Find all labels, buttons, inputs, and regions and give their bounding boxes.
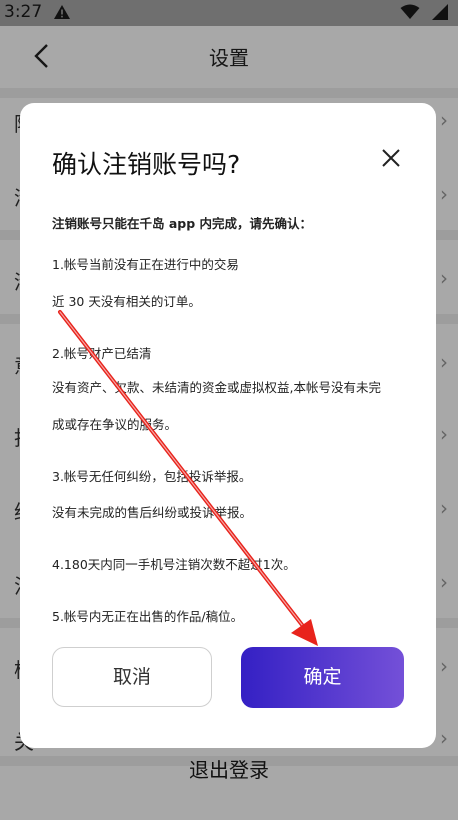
condition-text: 1.帐号当前没有正在进行中的交易 — [52, 257, 239, 272]
condition-text: 5.帐号内无正在出售的作品/稿位。 — [52, 609, 244, 624]
close-icon[interactable] — [380, 147, 402, 169]
condition-text: 3.帐号无任何纠纷，包括投诉举报。 — [52, 469, 252, 484]
condition-text: 2.帐号财产已结清 — [52, 346, 152, 361]
dialog-title: 确认注销账号吗? — [52, 150, 241, 179]
dialog-intro: 注销账号只能在千岛 app 内完成，请先确认： — [52, 216, 313, 231]
confirm-button[interactable]: 确定 — [241, 647, 404, 708]
cancel-button[interactable]: 取消 — [52, 647, 212, 707]
condition-text: 4.180天内同一手机号注销次数不超过1次。 — [52, 557, 296, 572]
condition-text: 没有资产、欠款、未结清的资金或虚拟权益,本帐号没有未完 — [52, 380, 381, 395]
condition-text: 成或存在争议的服务。 — [52, 417, 178, 432]
condition-text: 近 30 天没有相关的订单。 — [52, 294, 201, 309]
logout-button[interactable]: 退出登录 — [0, 754, 458, 783]
deactivate-account-dialog: 确认注销账号吗? 注销账号只能在千岛 app 内完成，请先确认： 1.帐号当前没… — [20, 103, 436, 748]
condition-text: 没有未完成的售后纠纷或投诉举报。 — [52, 505, 253, 520]
